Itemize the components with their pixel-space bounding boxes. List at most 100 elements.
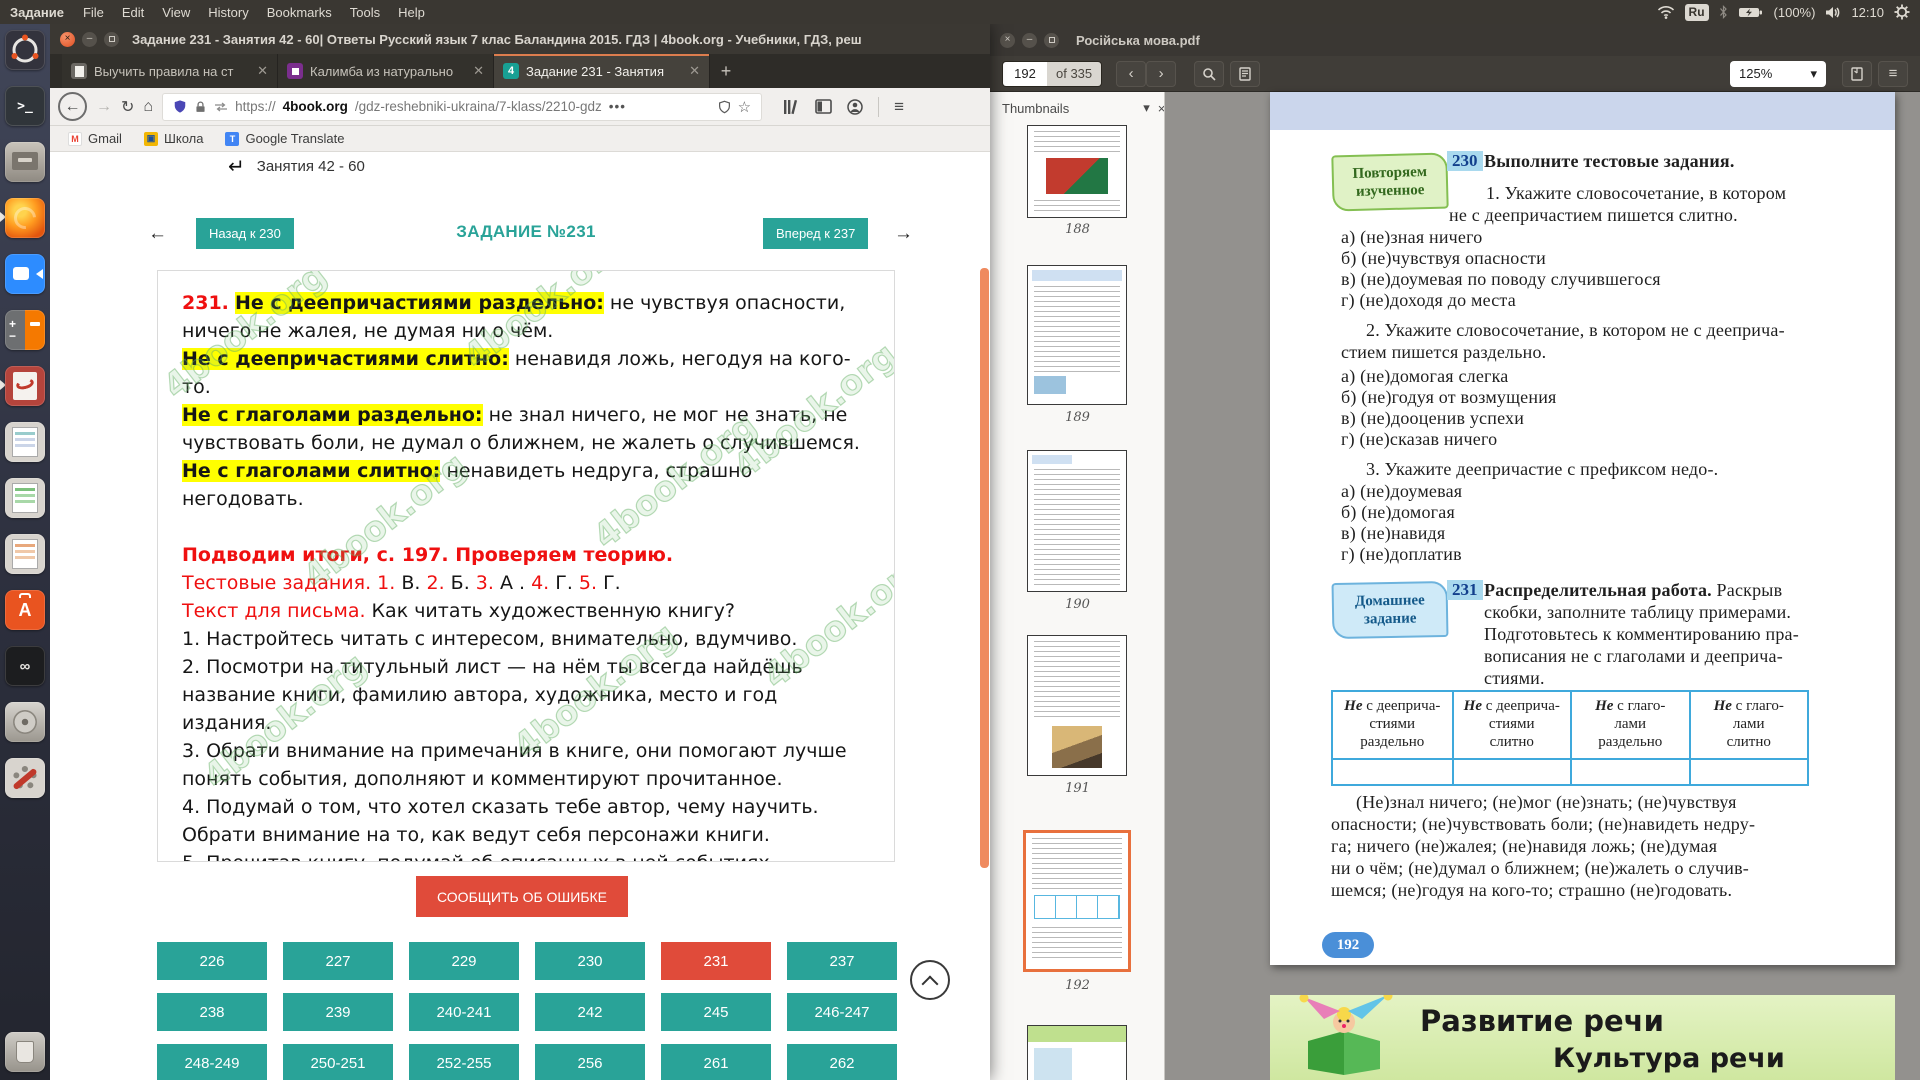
launcher-item-ubuntu-software[interactable]: A [5,590,45,630]
page-number-input[interactable] [1003,62,1047,86]
bookmark-google-translate[interactable]: TGoogle Translate [225,131,344,146]
window-maximize-button[interactable] [104,32,119,47]
forward-button[interactable]: → [96,98,112,116]
close-panel-icon[interactable]: × [1158,101,1165,116]
sidebar-icon[interactable] [815,99,832,114]
report-error-button[interactable]: СООБЩИТЬ ОБ ОШИБКЕ [416,876,628,917]
bluetooth-icon[interactable] [1719,5,1728,19]
hamburger-menu-icon[interactable]: ≡ [894,97,904,117]
volume-icon[interactable] [1825,6,1841,19]
library-icon[interactable] [783,99,800,115]
back-button[interactable]: ← [58,92,87,121]
task-link[interactable]: 261 [661,1044,771,1080]
chevron-down-icon[interactable]: ▾ [1143,100,1150,116]
task-link[interactable]: 227 [283,942,393,980]
menu-bookmarks[interactable]: Bookmarks [258,5,341,20]
next-arrow-icon[interactable]: → [894,223,913,245]
launcher-item-system-settings[interactable] [5,758,45,798]
launcher-item-libreoffice-impress[interactable] [5,534,45,574]
window-close-button[interactable]: × [1000,33,1015,48]
launcher-item-document-viewer[interactable] [5,366,45,406]
zoom-level-dropdown[interactable]: 125%▾ [1730,61,1826,87]
page-actions-icon[interactable]: ••• [609,99,626,114]
launcher-item-libreoffice-calc[interactable] [5,478,45,518]
thumbnail-page-193[interactable] [1027,1025,1127,1080]
home-button[interactable]: ⌂ [143,98,153,116]
annotations-button[interactable] [1230,61,1260,87]
active-app-menu[interactable]: Задание [0,5,74,20]
menu-help[interactable]: Help [389,5,434,20]
task-link[interactable]: 262 [787,1044,897,1080]
scrollbar-thumb[interactable] [980,268,989,868]
launcher-item-dash-home[interactable] [5,30,45,70]
launcher-item-zoom[interactable] [5,254,45,294]
menu-view[interactable]: View [153,5,199,20]
task-link[interactable]: 250-251 [283,1044,393,1080]
tab-close-icon[interactable]: ✕ [257,63,268,79]
search-button[interactable] [1194,61,1224,87]
launcher-item-terminal[interactable]: >_ [5,86,45,126]
launcher-item-libreoffice-writer[interactable] [5,422,45,462]
url-bar[interactable]: https://4book.org/gdz-reshebniki-ukraina… [162,93,762,121]
wifi-icon[interactable] [1657,5,1675,19]
thumbnail-page-188[interactable] [1027,125,1127,218]
task-link[interactable]: 246-247 [787,993,897,1031]
thumbnail-page-192-selected[interactable] [1023,830,1131,972]
clock[interactable]: 12:10 [1851,5,1884,20]
task-link[interactable]: 242 [535,993,645,1031]
bookmark-gmail[interactable]: MGmail [68,131,122,146]
task-link[interactable]: 252-255 [409,1044,519,1080]
battery-icon[interactable] [1738,6,1764,19]
tab-1[interactable]: Выучить правила на ст ✕ [62,54,278,88]
tab-2[interactable]: Калимба из натурально ✕ [278,54,494,88]
menu-edit[interactable]: Edit [113,5,153,20]
launcher-item-firefox[interactable] [5,198,45,238]
window-minimize-button[interactable]: – [1022,33,1037,48]
window-maximize-button[interactable] [1044,33,1059,48]
task-link[interactable]: 245 [661,993,771,1031]
page-setup-button[interactable] [1842,61,1872,87]
window-close-button[interactable]: × [60,32,75,47]
account-icon[interactable] [847,99,863,115]
menu-file[interactable]: File [74,5,113,20]
tab-close-icon[interactable]: ✕ [473,63,484,79]
bookmark-school[interactable]: ▣Школа [144,131,204,146]
launcher-item-trash[interactable] [5,1032,45,1072]
next-task-button[interactable]: Вперед к 237 [763,218,868,249]
bookmark-star-icon[interactable]: ☆ [738,98,751,116]
protections-icon[interactable] [718,100,731,114]
task-link[interactable]: 226 [157,942,267,980]
menu-history[interactable]: History [199,5,257,20]
launcher-item-disks[interactable] [5,702,45,742]
previous-page-button[interactable]: ‹ [1116,61,1146,87]
task-link-current[interactable]: 231 [661,942,771,980]
task-link[interactable]: 248-249 [157,1044,267,1080]
thumbnail-page-190[interactable] [1027,450,1127,592]
tab-close-icon[interactable]: ✕ [689,63,700,79]
task-link[interactable]: 229 [409,942,519,980]
window-minimize-button[interactable]: – [82,32,97,47]
task-link[interactable]: 238 [157,993,267,1031]
scroll-to-top-button[interactable] [910,960,950,1000]
thumbnail-page-189[interactable] [1027,265,1127,405]
launcher-item-amd-tool[interactable]: ∞ [5,646,45,686]
next-page-button[interactable]: › [1146,61,1176,87]
tab-3-active[interactable]: 4 Задание 231 - Занятия ✕ [494,54,710,88]
tracking-shield-icon[interactable] [173,99,187,114]
launcher-item-calculator[interactable]: +− [5,310,45,350]
task-link[interactable]: 240-241 [409,993,519,1031]
launcher-item-file-cabinet[interactable] [5,142,45,182]
task-link[interactable]: 237 [787,942,897,980]
keyboard-layout-indicator[interactable]: Ru [1685,4,1709,21]
pdf-menu-button[interactable]: ≡ [1878,61,1908,87]
task-link[interactable]: 239 [283,993,393,1031]
permissions-icon[interactable] [214,102,228,112]
session-gear-icon[interactable] [1894,4,1910,20]
menu-tools[interactable]: Tools [341,5,389,20]
new-tab-button[interactable]: + [710,54,742,88]
reload-button[interactable]: ↻ [121,97,134,117]
task-link[interactable]: 256 [535,1044,645,1080]
task-link[interactable]: 230 [535,942,645,980]
breadcrumb[interactable]: ↵ Занятия 42 - 60 [228,154,365,179]
thumbnail-page-191[interactable] [1027,635,1127,776]
